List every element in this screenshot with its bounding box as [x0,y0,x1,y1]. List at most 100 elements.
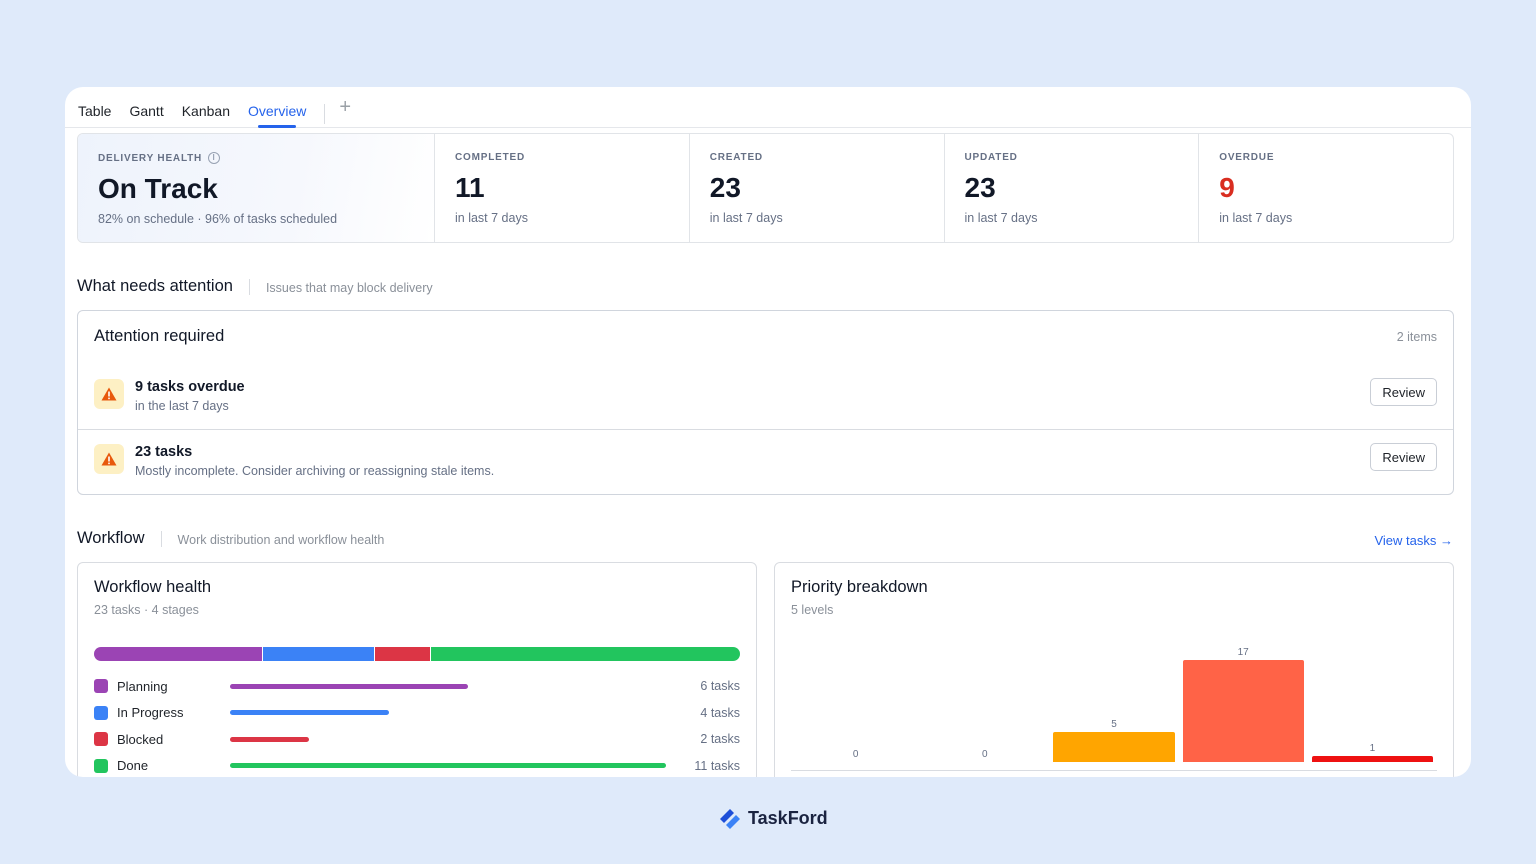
legend-fill [230,683,468,689]
legend-count: 4 tasks [700,705,740,720]
legend-row: Planning 6 tasks [94,676,740,696]
attention-section-desc: Issues that may block delivery [265,281,433,295]
delivery-health-value: On Track [98,173,218,204]
tab-divider [324,104,326,124]
legend-count: 6 tasks [700,679,740,693]
tab-kanban[interactable]: Kanban [182,87,230,128]
workflow-health-sub: 23 tasks · 4 stages [94,603,199,617]
overdue-value: 9 [1219,172,1235,203]
attention-title: Attention required [94,327,225,345]
created-sub: in last 7 days [709,211,783,225]
attention-count: 2 items [1396,330,1437,344]
add-view-button[interactable]: + [339,87,351,131]
priority-sub: 5 levels [791,603,834,617]
stage-segment [431,647,740,661]
legend-fill [230,763,666,768]
info-icon[interactable]: i [208,152,221,164]
legend-swatch [94,679,108,693]
priority-bar-value: 1 [1369,743,1376,754]
attention-item: 9 tasks overdue in the last 7 days Revie… [78,365,1453,429]
overview-panel: Table Gantt Kanban Overview + DELIVERY H… [65,87,1471,777]
created-value: 23 [709,172,741,203]
workflow-section-header: Workflow Work distribution and workflow … [77,529,384,548]
stage-segment [262,647,375,661]
legend-track [230,763,680,768]
section-divider [160,530,162,547]
workflow-health-title: Workflow health [94,578,212,596]
stage-segment [374,647,432,661]
attention-item-title: 9 tasks overdue [135,379,245,395]
legend-count: 2 tasks [700,732,740,746]
warning-icon [94,444,124,474]
legend-fill [230,736,310,742]
legend-name: Done [117,758,149,773]
warning-icon [94,379,124,409]
completed-label: COMPLETED [455,152,525,163]
delivery-health-sub: 82% on schedule · 96% of tasks scheduled [98,212,338,226]
stats-row: DELIVERY HEALTH i On Track 82% on schedu… [77,133,1454,243]
updated-card: UPDATED 23 in last 7 days [943,134,1199,242]
legend-row: Blocked 2 tasks [94,729,740,749]
stage-segment [94,647,263,661]
legend-swatch [94,732,108,746]
workflow-stacked-bar [94,647,740,661]
created-card: CREATED 23 in last 7 days [688,134,944,242]
attention-header: Attention required 2 items [78,311,1453,365]
priority-bar[interactable] [1182,660,1304,762]
completed-sub: in last 7 days [455,211,528,225]
tab-table[interactable]: Table [78,87,111,128]
legend-name: Planning [117,678,168,694]
legend-name: In Progress [117,705,184,720]
view-tasks-link[interactable]: View tasks → [1374,533,1453,548]
priority-bar-value: 5 [1111,719,1117,730]
view-tabs: Table Gantt Kanban Overview + [65,87,1471,128]
legend-swatch [94,758,108,773]
taskford-logo-icon [720,809,740,829]
priority-bar-value: 17 [1237,647,1249,658]
delivery-health-label-text: DELIVERY HEALTH [98,152,203,164]
priority-bar-value: 0 [852,749,859,760]
updated-value: 23 [964,172,996,203]
overdue-sub: in last 7 days [1219,211,1293,225]
legend-track [230,683,680,689]
attention-section-header: What needs attention Issues that may blo… [77,277,433,296]
priority-chart: 0 0 5 17 1 [791,643,1437,771]
legend-count: 11 tasks [694,758,740,773]
completed-card: COMPLETED 11 in last 7 days [434,134,689,242]
legend-track [230,736,680,742]
workflow-section-title: Workflow [77,529,145,547]
review-button[interactable]: Review [1370,443,1437,471]
legend-row: In Progress 4 tasks [94,703,740,723]
legend-name: Blocked [117,731,164,747]
review-button[interactable]: Review [1370,378,1437,406]
priority-breakdown-card: Priority breakdown 5 levels 0 0 5 17 1 [774,562,1454,777]
delivery-health-card: DELIVERY HEALTH i On Track 82% on schedu… [78,134,434,242]
completed-value: 11 [455,172,485,203]
legend-row: Done 11 tasks [94,756,740,776]
tab-overview[interactable]: Overview [248,87,306,128]
attention-item-title: 23 tasks [135,444,193,460]
updated-sub: in last 7 days [964,211,1038,225]
priority-bar[interactable] [1053,732,1175,762]
attention-item-sub: in the last 7 days [135,399,229,413]
legend-swatch [94,705,108,720]
overdue-label: OVERDUE [1219,152,1275,163]
workflow-section-desc: Work distribution and workflow health [177,533,385,547]
brand-name: TaskFord [748,807,828,828]
workflow-health-card: Workflow health 23 tasks · 4 stages Plan… [77,562,757,777]
legend-track [230,710,680,715]
created-label: CREATED [709,152,763,163]
attention-section-title: What needs attention [77,277,233,295]
tab-gantt[interactable]: Gantt [129,87,163,128]
overdue-card: OVERDUE 9 in last 7 days [1198,134,1453,242]
priority-bar[interactable] [1311,756,1433,762]
attention-item: 23 tasks Mostly incomplete. Consider arc… [78,429,1453,493]
attention-panel: Attention required 2 items 9 tasks overd… [77,310,1454,495]
brand-logo: TaskFord [718,805,828,831]
legend-fill [230,710,389,715]
delivery-health-label: DELIVERY HEALTH i [98,152,414,164]
attention-item-sub: Mostly incomplete. Consider archiving or… [135,464,495,478]
priority-title: Priority breakdown [791,578,928,596]
section-divider [248,278,250,295]
priority-bar-value: 0 [982,749,988,760]
